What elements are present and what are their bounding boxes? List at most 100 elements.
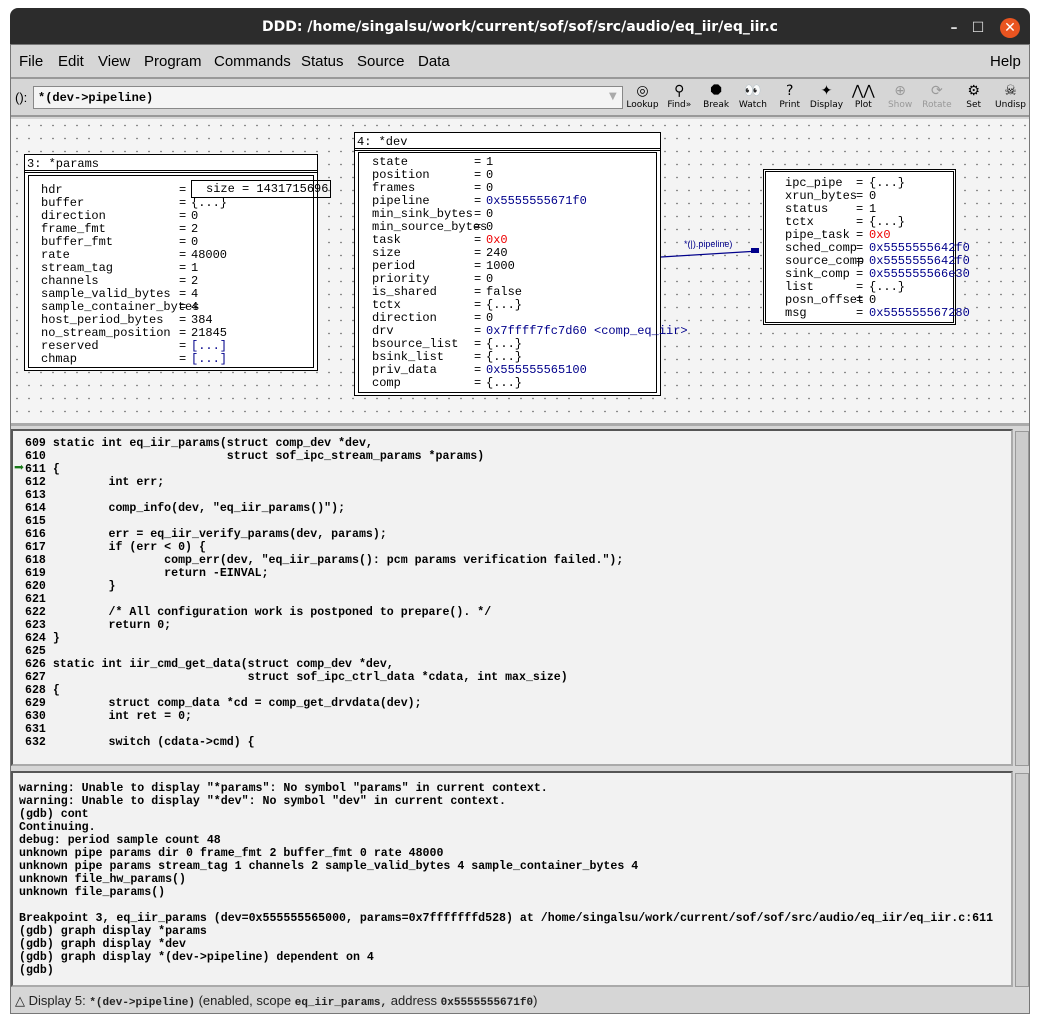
source-line[interactable]: 627 struct sof_ipc_ctrl_data *cdata, int… [25, 671, 568, 684]
source-line[interactable]: 610 struct sof_ipc_stream_params *params… [25, 450, 484, 463]
source-line[interactable]: 613 [25, 489, 53, 502]
status-bar: △ Display 5: *(dev->pipeline) (enabled, … [11, 989, 1029, 1013]
line-number: 621 [25, 593, 46, 606]
data-graph-area[interactable]: 3: *params hdr = size = 1431715696 buffer ={… [11, 119, 1029, 426]
console-line: (gdb) cont [19, 808, 89, 821]
menu-view[interactable]: View [98, 53, 130, 70]
toolbar-button-watch[interactable]: 👀 Watch [734, 83, 771, 115]
menu-data[interactable]: Data [418, 53, 450, 70]
toolbar-button-rotate[interactable]: ⟳ Rotate [918, 83, 955, 115]
line-number: 625 [25, 645, 46, 658]
source-line[interactable]: 621 [25, 593, 53, 606]
rotate-icon: ⟳ [931, 83, 943, 99]
flashlight-icon: ✦ [820, 83, 833, 99]
line-number: 616 [25, 528, 46, 541]
source-line[interactable]: 611 { [25, 463, 60, 476]
argument-input[interactable]: *(dev->pipeline) [33, 86, 623, 109]
toolbar-button-show[interactable]: ⊕ Show [882, 83, 919, 115]
toolbar-button-display[interactable]: ✦ Display [808, 83, 845, 115]
source-line[interactable]: 626 static int iir_cmd_get_data(struct c… [25, 658, 394, 671]
title-bar: DDD: /home/singalsu/work/current/sof/sof… [10, 8, 1030, 44]
field-name: msg [785, 306, 807, 320]
toolbar-button-set[interactable]: ⚙ Set [955, 83, 992, 115]
status-addr-label: address [390, 993, 438, 1008]
console-line: (gdb) graph display *dev [19, 938, 186, 951]
source-view[interactable]: 609 static int eq_iir_params(struct comp… [11, 429, 1013, 766]
menu-edit[interactable]: Edit [58, 53, 84, 70]
line-code: if (err < 0) { [52, 541, 206, 554]
line-number: 624 [25, 632, 46, 645]
line-number: 630 [25, 710, 46, 723]
binoculars-icon: ⚲ [674, 83, 685, 99]
gdb-console[interactable]: warning: Unable to display "*params": No… [11, 771, 1013, 987]
console-line: Continuing. [19, 821, 96, 834]
source-line[interactable]: 609 static int eq_iir_params(struct comp… [25, 437, 373, 450]
menu-status[interactable]: Status [301, 53, 344, 70]
source-line[interactable]: 628 { [25, 684, 60, 697]
source-line[interactable]: 632 switch (cdata->cmd) { [25, 736, 255, 749]
menu-help[interactable]: Help [990, 53, 1021, 70]
lookup-icon: ◎ [636, 83, 649, 99]
window-title: DDD: /home/singalsu/work/current/sof/sof… [262, 19, 778, 35]
argument-dropdown-icon[interactable]: ▼ [609, 87, 623, 107]
console-line: warning: Unable to display "*dev": No sy… [19, 795, 507, 808]
toolbar-button-label: Print [779, 100, 801, 110]
field-value[interactable]: 0x555555567280 [869, 307, 970, 320]
toolbar-button-print[interactable]: ? Print [771, 83, 808, 115]
line-number: 620 [25, 580, 46, 593]
line-code: { [52, 463, 60, 476]
source-line[interactable]: 625 [25, 645, 53, 658]
toolbar-button-label: Rotate [922, 100, 952, 110]
line-number: 611 [25, 463, 46, 476]
line-number: 626 [25, 658, 46, 671]
toolbar-button-lookup[interactable]: ◎ Lookup [624, 83, 661, 115]
line-code: return 0; [52, 619, 172, 632]
execution-arrow-icon[interactable]: ➡ [14, 461, 24, 478]
source-line[interactable]: 630 int ret = 0; [25, 710, 192, 723]
source-line[interactable]: 619 return -EINVAL; [25, 567, 269, 580]
minimize-button[interactable]: – [944, 18, 964, 38]
source-line[interactable]: 618 comp_err(dev, "eq_iir_params(): pcm … [25, 554, 623, 567]
line-code: struct comp_data *cd = comp_get_drvdata(… [52, 697, 422, 710]
toolbar-button-label: Find» [667, 100, 692, 110]
source-line[interactable]: 624 } [25, 632, 60, 645]
line-number: 614 [25, 502, 46, 515]
console-line: unknown file_hw_params() [19, 873, 186, 886]
toolbar-button-undisp[interactable]: ☠ Undisp [992, 83, 1029, 115]
source-line[interactable]: 631 [25, 723, 53, 736]
source-line[interactable]: 614 comp_info(dev, "eq_iir_params()"); [25, 502, 345, 515]
source-line[interactable]: 620 } [25, 580, 115, 593]
console-line: unknown pipe params dir 0 frame_fmt 2 bu… [19, 847, 444, 860]
toolbar-button-break[interactable]: ⯃ Break [698, 83, 735, 115]
source-line[interactable]: 629 struct comp_data *cd = comp_get_drvd… [25, 697, 422, 710]
line-number: 618 [25, 554, 46, 567]
source-line[interactable]: 615 [25, 515, 53, 528]
toolbar-button-plot[interactable]: ⋀⋀ Plot [845, 83, 882, 115]
close-button[interactable]: ✕ [1000, 18, 1020, 38]
status-triangle-icon[interactable]: △ [15, 993, 25, 1008]
console-scrollbar[interactable] [1015, 773, 1029, 987]
menu-program[interactable]: Program [144, 53, 202, 70]
line-number: 632 [25, 736, 46, 749]
toolbar-button-find[interactable]: ⚲ Find» [661, 83, 698, 115]
skull-icon: ☠ [1004, 83, 1017, 99]
toolbar-button-label: Plot [854, 100, 872, 110]
argument-label: (): [15, 90, 28, 105]
line-number: 622 [25, 606, 46, 619]
source-line[interactable]: 612 int err; [25, 476, 164, 489]
source-scrollbar[interactable] [1015, 431, 1029, 766]
tool-bar: (): *(dev->pipeline) ▼ ◎ Lookup ⚲ Find» ⯃ Bre… [11, 81, 1029, 117]
line-number: 629 [25, 697, 46, 710]
menu-source[interactable]: Source [357, 53, 405, 70]
source-line[interactable]: 617 if (err < 0) { [25, 541, 206, 554]
line-code: struct sof_ipc_stream_params *params) [52, 450, 485, 463]
display-pipeline[interactable]: ipc_pipe = {...} xrun_bytes = 0 status = 1 tctx ={… [763, 169, 970, 325]
source-line[interactable]: 623 return 0; [25, 619, 171, 632]
source-line[interactable]: 622 /* All configuration work is postpon… [25, 606, 491, 619]
line-code: switch (cdata->cmd) { [52, 736, 255, 749]
menu-commands[interactable]: Commands [214, 53, 291, 70]
line-code: int err; [52, 476, 165, 489]
maximize-button[interactable]: ☐ [968, 18, 988, 38]
menu-file[interactable]: File [19, 53, 43, 70]
source-line[interactable]: 616 err = eq_iir_verify_params(dev, para… [25, 528, 387, 541]
